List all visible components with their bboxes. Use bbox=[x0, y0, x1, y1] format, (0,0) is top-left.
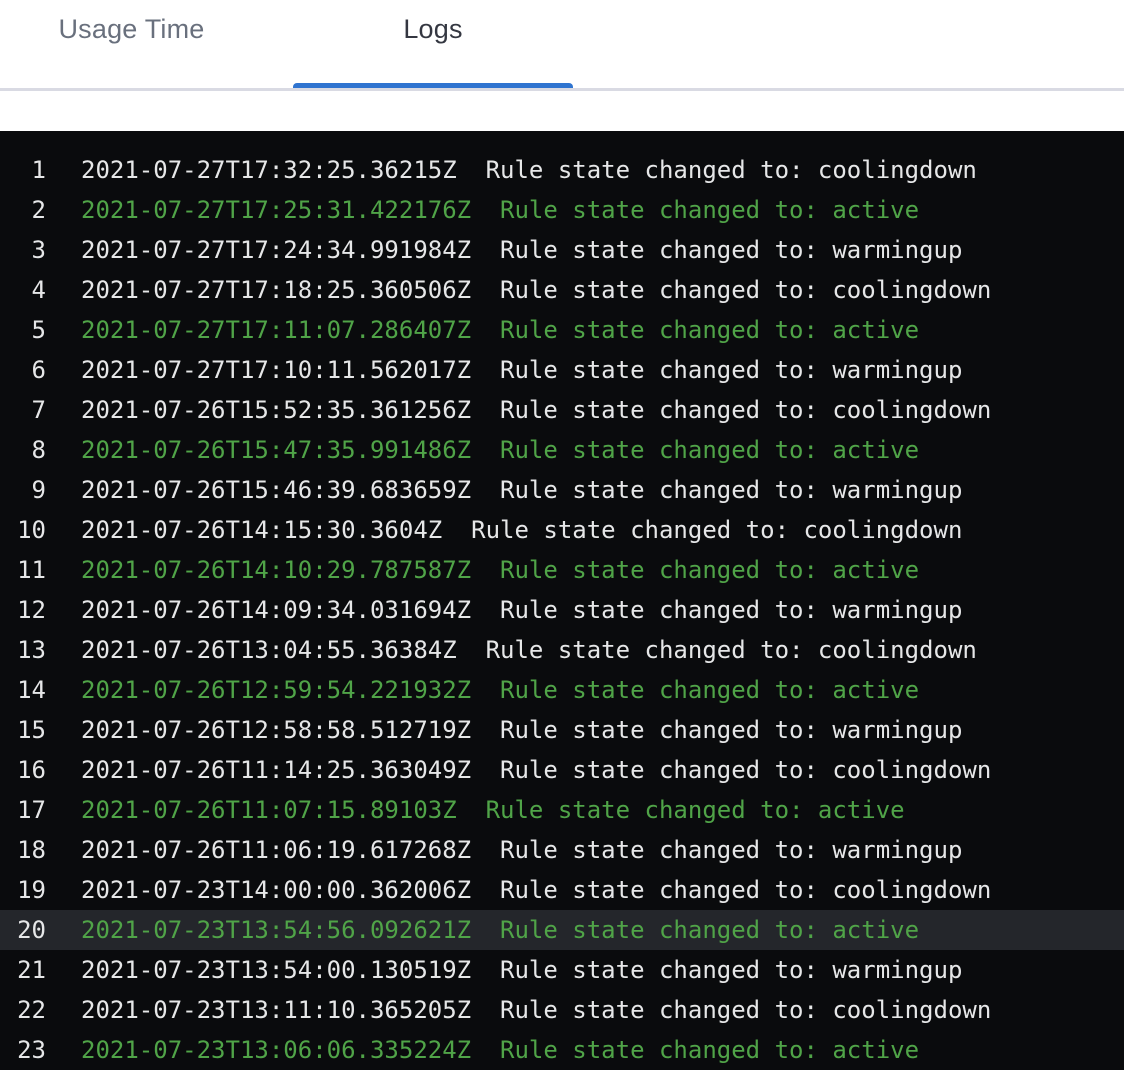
log-rows-container: 1 2021-07-27T17:32:25.36215Z Rule state c… bbox=[0, 150, 1124, 1070]
log-line-text: 2021-07-23T13:06:06.335224Z Rule state c… bbox=[81, 1030, 919, 1070]
log-line-number: 5 bbox=[0, 310, 46, 350]
log-line-number: 19 bbox=[0, 870, 46, 910]
log-line-number: 16 bbox=[0, 750, 46, 790]
log-line-number: 1 bbox=[0, 150, 46, 190]
log-row[interactable]: 23 2021-07-23T13:06:06.335224Z Rule state… bbox=[0, 1030, 1124, 1070]
log-line-text: 2021-07-23T14:00:00.362006Z Rule state c… bbox=[81, 870, 991, 910]
log-row[interactable]: 1 2021-07-27T17:32:25.36215Z Rule state c… bbox=[0, 150, 1124, 190]
log-row[interactable]: 5 2021-07-27T17:11:07.286407Z Rule state … bbox=[0, 310, 1124, 350]
log-line-text: 2021-07-26T15:52:35.361256Z Rule state c… bbox=[81, 390, 991, 430]
log-row[interactable]: 16 2021-07-26T11:14:25.363049Z Rule state… bbox=[0, 750, 1124, 790]
tab-usage-time[interactable]: Usage Time bbox=[0, 0, 263, 88]
tab-logs[interactable]: Logs bbox=[293, 0, 573, 88]
log-line-number: 22 bbox=[0, 990, 46, 1030]
log-line-number: 4 bbox=[0, 270, 46, 310]
log-line-number: 23 bbox=[0, 1030, 46, 1070]
log-line-text: 2021-07-26T13:04:55.36384Z Rule state ch… bbox=[81, 630, 977, 670]
log-line-text: 2021-07-26T14:10:29.787587Z Rule state c… bbox=[81, 550, 919, 590]
log-line-number: 3 bbox=[0, 230, 46, 270]
log-line-text: 2021-07-26T11:06:19.617268Z Rule state c… bbox=[81, 830, 962, 870]
log-line-number: 10 bbox=[0, 510, 46, 550]
log-line-number: 2 bbox=[0, 190, 46, 230]
log-line-number: 17 bbox=[0, 790, 46, 830]
log-line-text: 2021-07-26T11:14:25.363049Z Rule state c… bbox=[81, 750, 991, 790]
log-row[interactable]: 13 2021-07-26T13:04:55.36384Z Rule state … bbox=[0, 630, 1124, 670]
log-line-number: 12 bbox=[0, 590, 46, 630]
log-line-text: 2021-07-27T17:10:11.562017Z Rule state c… bbox=[81, 350, 962, 390]
log-row[interactable]: 2 2021-07-27T17:25:31.422176Z Rule state … bbox=[0, 190, 1124, 230]
log-row[interactable]: 3 2021-07-27T17:24:34.991984Z Rule state … bbox=[0, 230, 1124, 270]
log-line-text: 2021-07-26T14:09:34.031694Z Rule state c… bbox=[81, 590, 962, 630]
log-row[interactable]: 6 2021-07-27T17:10:11.562017Z Rule state … bbox=[0, 350, 1124, 390]
tab-bar: Usage Time Logs bbox=[0, 0, 1124, 91]
log-line-number: 6 bbox=[0, 350, 46, 390]
log-line-number: 18 bbox=[0, 830, 46, 870]
log-row[interactable]: 21 2021-07-23T13:54:00.130519Z Rule state… bbox=[0, 950, 1124, 990]
log-line-text: 2021-07-23T13:54:00.130519Z Rule state c… bbox=[81, 950, 962, 990]
log-row[interactable]: 12 2021-07-26T14:09:34.031694Z Rule state… bbox=[0, 590, 1124, 630]
log-line-text: 2021-07-23T13:54:56.092621Z Rule state c… bbox=[81, 910, 919, 950]
log-line-text: 2021-07-27T17:18:25.360506Z Rule state c… bbox=[81, 270, 991, 310]
log-row[interactable]: 19 2021-07-23T14:00:00.362006Z Rule state… bbox=[0, 870, 1124, 910]
log-row[interactable]: 9 2021-07-26T15:46:39.683659Z Rule state … bbox=[0, 470, 1124, 510]
log-line-number: 8 bbox=[0, 430, 46, 470]
log-line-text: 2021-07-26T15:47:35.991486Z Rule state c… bbox=[81, 430, 919, 470]
log-line-text: 2021-07-27T17:25:31.422176Z Rule state c… bbox=[81, 190, 919, 230]
log-console[interactable]: 1 2021-07-27T17:32:25.36215Z Rule state c… bbox=[0, 131, 1124, 1070]
log-line-text: 2021-07-23T13:11:10.365205Z Rule state c… bbox=[81, 990, 991, 1030]
log-row[interactable]: 15 2021-07-26T12:58:58.512719Z Rule state… bbox=[0, 710, 1124, 750]
log-line-text: 2021-07-26T12:59:54.221932Z Rule state c… bbox=[81, 670, 919, 710]
log-line-number: 14 bbox=[0, 670, 46, 710]
log-line-number: 13 bbox=[0, 630, 46, 670]
log-row[interactable]: 4 2021-07-27T17:18:25.360506Z Rule state … bbox=[0, 270, 1124, 310]
log-line-text: 2021-07-26T14:15:30.3604Z Rule state cha… bbox=[81, 510, 962, 550]
log-line-text: 2021-07-26T11:07:15.89103Z Rule state ch… bbox=[81, 790, 905, 830]
log-row[interactable]: 8 2021-07-26T15:47:35.991486Z Rule state … bbox=[0, 430, 1124, 470]
log-row[interactable]: 10 2021-07-26T14:15:30.3604Z Rule state c… bbox=[0, 510, 1124, 550]
log-line-text: 2021-07-26T12:58:58.512719Z Rule state c… bbox=[81, 710, 962, 750]
log-row[interactable]: 20 2021-07-23T13:54:56.092621Z Rule state… bbox=[0, 910, 1124, 950]
log-line-text: 2021-07-26T15:46:39.683659Z Rule state c… bbox=[81, 470, 962, 510]
log-line-number: 20 bbox=[0, 910, 46, 950]
log-row[interactable]: 17 2021-07-26T11:07:15.89103Z Rule state … bbox=[0, 790, 1124, 830]
log-line-text: 2021-07-27T17:32:25.36215Z Rule state ch… bbox=[81, 150, 977, 190]
log-row[interactable]: 7 2021-07-26T15:52:35.361256Z Rule state … bbox=[0, 390, 1124, 430]
log-line-number: 21 bbox=[0, 950, 46, 990]
log-line-number: 11 bbox=[0, 550, 46, 590]
log-row[interactable]: 14 2021-07-26T12:59:54.221932Z Rule state… bbox=[0, 670, 1124, 710]
tabbar-console-gap bbox=[0, 91, 1124, 131]
log-row[interactable]: 18 2021-07-26T11:06:19.617268Z Rule state… bbox=[0, 830, 1124, 870]
log-line-text: 2021-07-27T17:24:34.991984Z Rule state c… bbox=[81, 230, 962, 270]
log-row[interactable]: 22 2021-07-23T13:11:10.365205Z Rule state… bbox=[0, 990, 1124, 1030]
log-line-number: 15 bbox=[0, 710, 46, 750]
log-line-number: 7 bbox=[0, 390, 46, 430]
log-line-text: 2021-07-27T17:11:07.286407Z Rule state c… bbox=[81, 310, 919, 350]
log-row[interactable]: 11 2021-07-26T14:10:29.787587Z Rule state… bbox=[0, 550, 1124, 590]
log-line-number: 9 bbox=[0, 470, 46, 510]
